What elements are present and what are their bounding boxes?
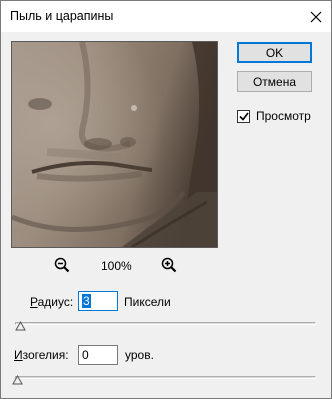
threshold-unit: уров. <box>125 348 154 362</box>
checkmark-icon <box>238 112 249 121</box>
threshold-label: Изогелия: <box>14 348 69 362</box>
zoom-in-icon <box>161 257 177 273</box>
dialog-title: Пыль и царапины <box>10 9 114 23</box>
preview-checkbox[interactable] <box>237 109 250 123</box>
radius-slider[interactable] <box>15 322 316 325</box>
ok-button[interactable]: OK <box>237 42 312 63</box>
preview-image[interactable] <box>11 41 218 248</box>
radius-unit: Пиксели <box>124 295 171 309</box>
dust-and-scratches-dialog: Пыль и царапины OK Отмена Просмотр 100% … <box>0 0 332 399</box>
radius-slider-thumb[interactable] <box>15 321 26 331</box>
preview-photo <box>12 42 217 247</box>
zoom-out-button[interactable] <box>54 257 70 276</box>
threshold-input[interactable]: 0 <box>78 345 118 365</box>
zoom-out-icon <box>54 257 70 273</box>
threshold-slider[interactable] <box>15 376 316 379</box>
radius-label: Радиус: <box>30 295 74 309</box>
cancel-button[interactable]: Отмена <box>237 71 312 92</box>
preview-checkbox-row[interactable]: Просмотр <box>237 109 311 123</box>
close-icon <box>310 11 322 22</box>
close-button[interactable] <box>301 1 331 32</box>
preview-checkbox-label: Просмотр <box>256 109 311 123</box>
radius-input[interactable]: 3 <box>78 291 118 311</box>
zoom-level: 100% <box>101 259 132 273</box>
title-bar: Пыль и царапины <box>1 1 331 32</box>
zoom-in-button[interactable] <box>161 257 177 276</box>
threshold-slider-thumb[interactable] <box>12 375 23 385</box>
